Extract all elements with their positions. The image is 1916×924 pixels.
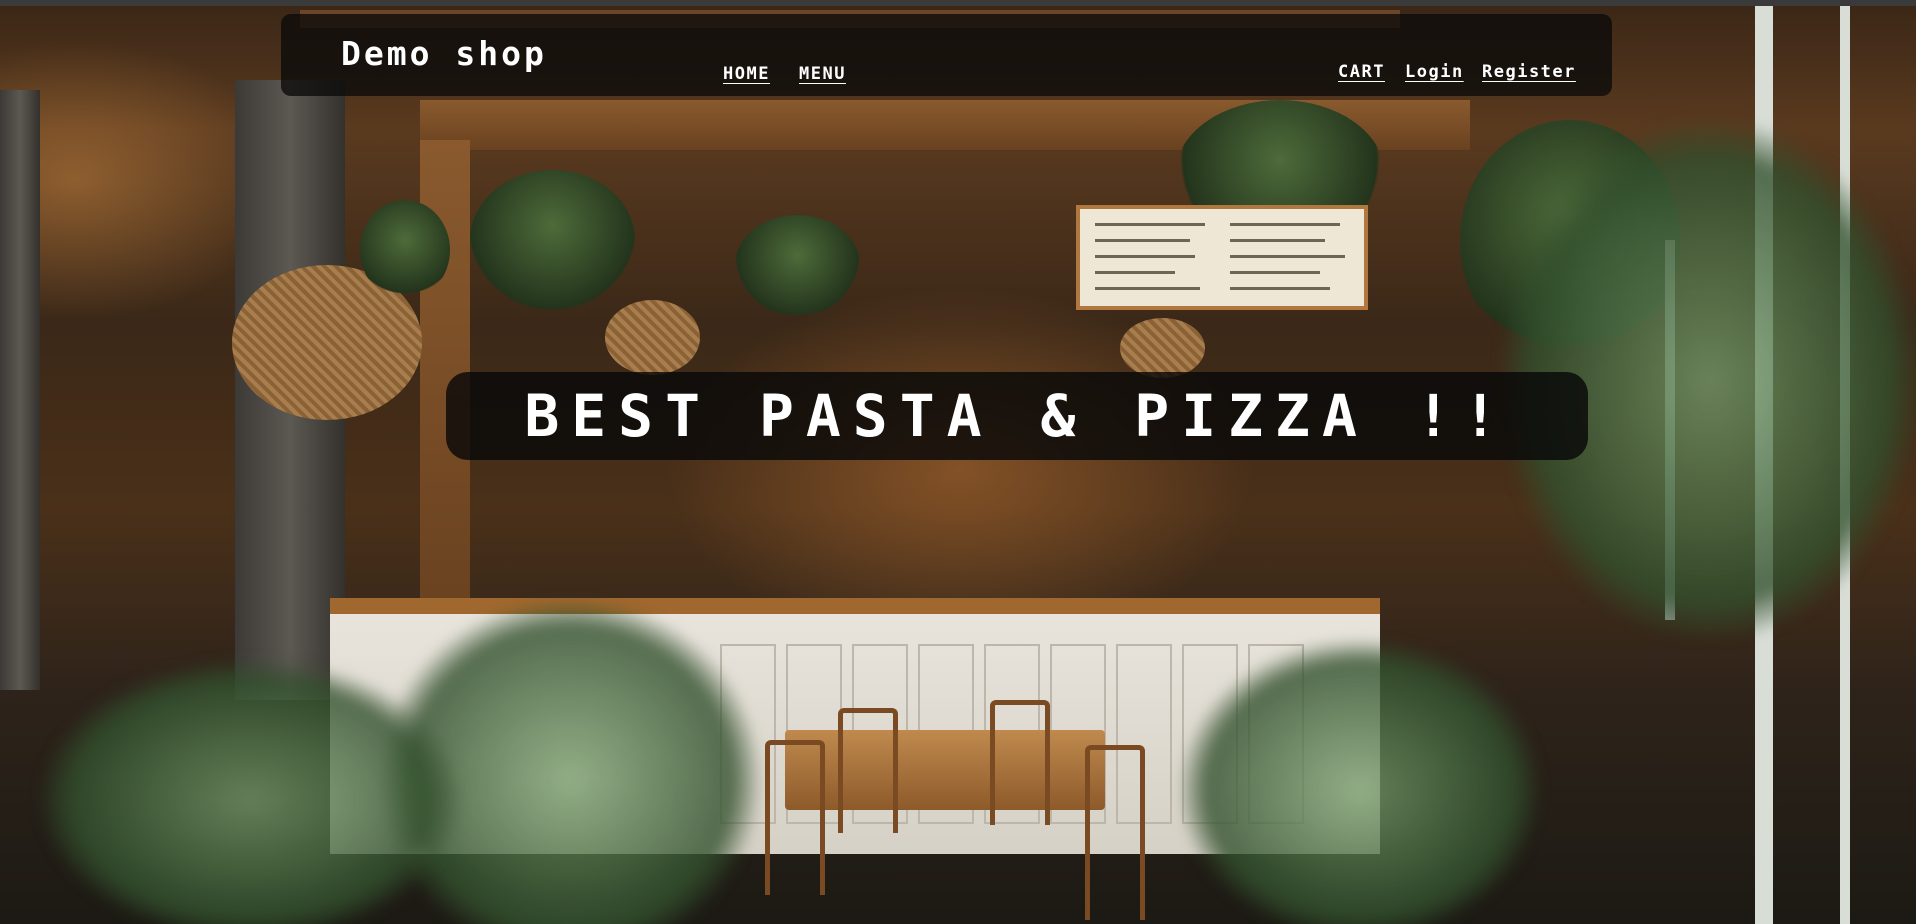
hero-banner: BEST PASTA & PIZZA !! — [446, 372, 1588, 460]
chair — [838, 708, 898, 833]
hanging-fern — [470, 170, 635, 310]
restaurant-background-image — [0, 0, 1916, 924]
hanging-fern — [735, 215, 860, 315]
nav-link-cart[interactable]: CART — [1338, 62, 1385, 82]
left-wall — [0, 90, 40, 690]
browser-top-strip — [0, 0, 1916, 6]
chair — [765, 740, 825, 895]
wicker-lamp — [605, 300, 700, 375]
foreground-leaf — [40, 660, 460, 924]
nav-link-menu[interactable]: MENU — [799, 64, 846, 84]
navbar: Demo shop HOME MENU CART Login Register — [281, 14, 1612, 96]
nav-link-login[interactable]: Login — [1405, 62, 1464, 82]
chair — [1085, 745, 1145, 920]
hanging-fern — [360, 200, 450, 300]
page: Demo shop HOME MENU CART Login Register … — [0, 0, 1916, 924]
hero-title: BEST PASTA & PIZZA !! — [524, 382, 1510, 450]
menu-board — [1076, 205, 1368, 310]
wicker-lamp — [1120, 318, 1205, 378]
nav-link-home[interactable]: HOME — [723, 64, 770, 84]
foreground-leaf — [1180, 640, 1540, 924]
wooden-table — [785, 730, 1105, 810]
chair — [990, 700, 1050, 825]
nav-link-register[interactable]: Register — [1482, 62, 1576, 82]
brand-logo[interactable]: Demo shop — [341, 34, 547, 73]
